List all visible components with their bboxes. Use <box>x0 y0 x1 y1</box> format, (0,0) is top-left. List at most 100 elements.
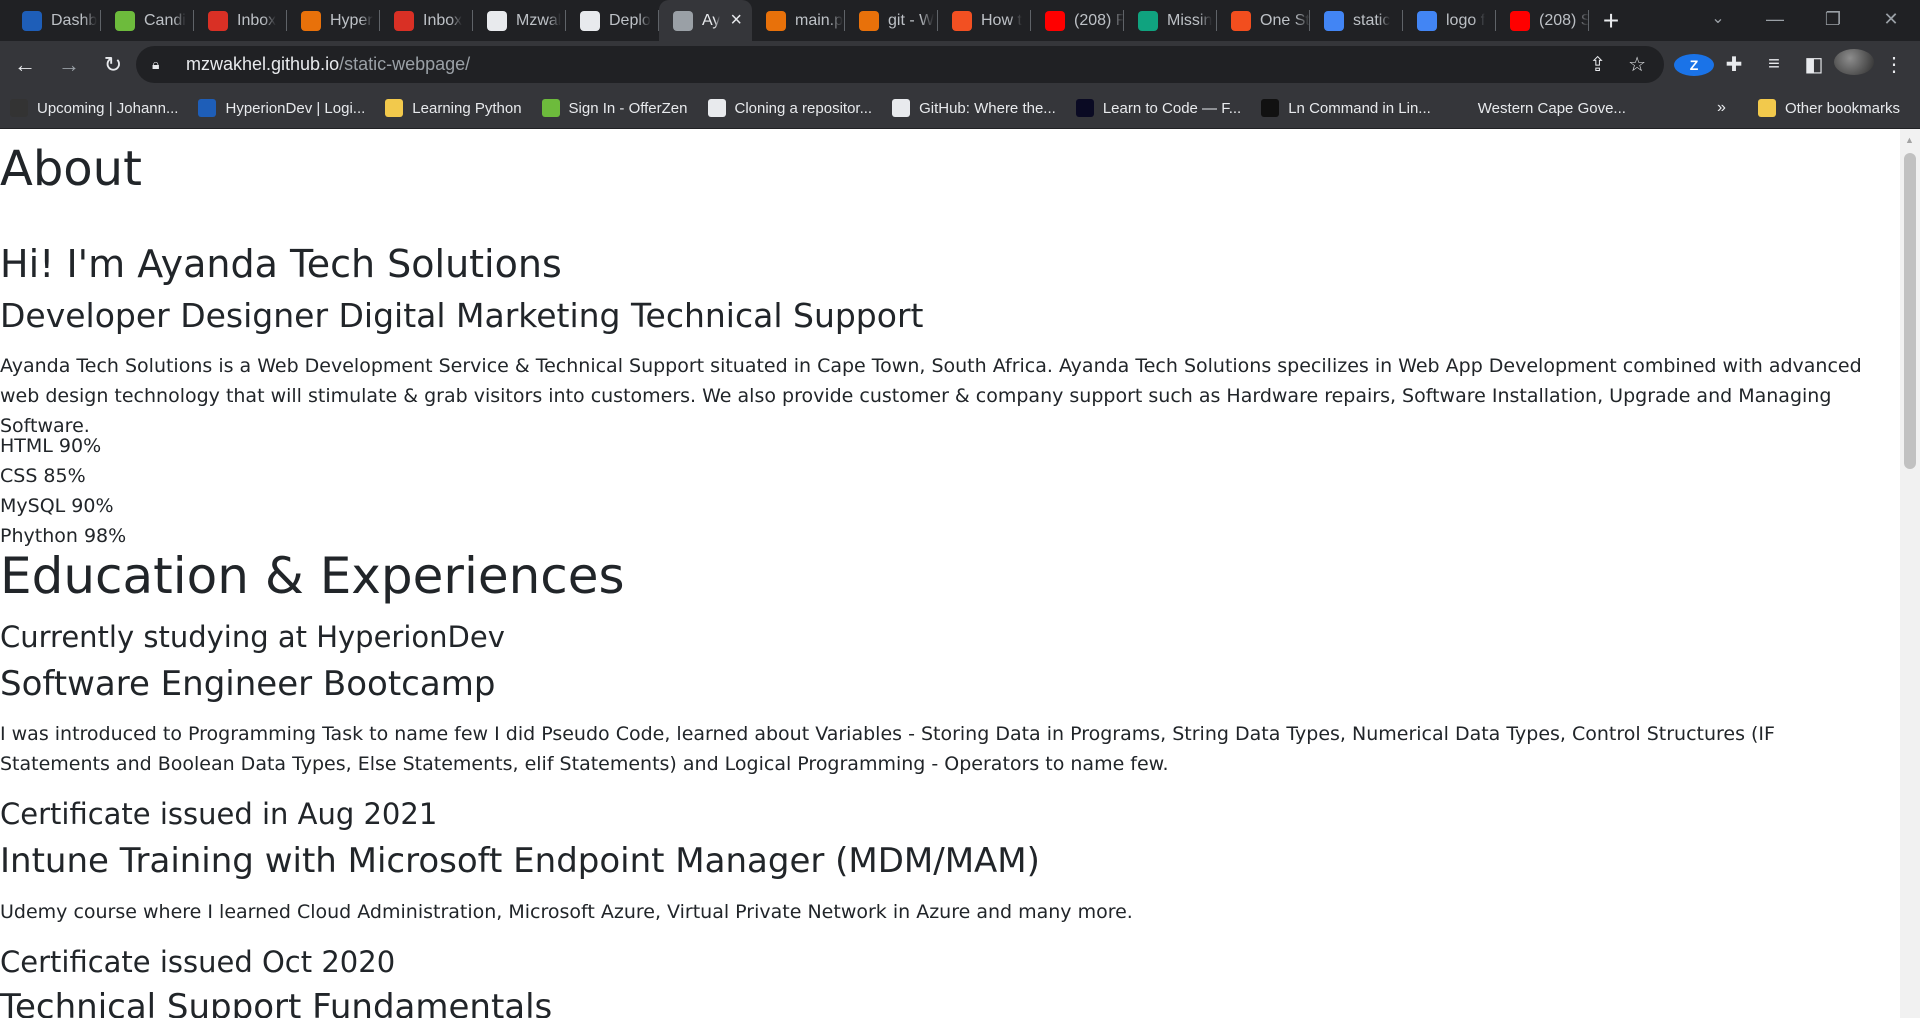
tab-title: Dashb <box>51 11 98 29</box>
omnibox-actions: ⇪ ☆ <box>1589 46 1646 83</box>
none <box>1450 99 1469 117</box>
tab-title: (208) F <box>1074 11 1124 29</box>
tab[interactable]: Hyper <box>287 0 380 41</box>
media-queue-icon[interactable]: ≡ <box>1754 53 1794 76</box>
tab[interactable]: Inbox <box>194 0 287 41</box>
address-bar[interactable]: 🔒︎ mzwakhel.github.io/static-webpage/ ⇪ … <box>136 46 1664 83</box>
tab-title: git - W <box>888 11 935 29</box>
zoom-extension-icon[interactable]: Z <box>1674 53 1714 76</box>
url-text[interactable]: mzwakhel.github.io/static-webpage/ <box>186 54 470 75</box>
skill-css: CSS 85% <box>0 465 86 487</box>
tab[interactable]: Mzwal <box>473 0 566 41</box>
bookmark-item[interactable]: Ln Command in Lin... <box>1251 99 1441 117</box>
bookmark-item[interactable]: Upcoming | Johann... <box>0 99 188 117</box>
new-tab-button[interactable]: + <box>1589 0 1633 41</box>
menu-kebab-icon[interactable]: ⋮ <box>1874 52 1914 77</box>
bookmark-label: GitHub: Where the... <box>919 99 1056 117</box>
url-host: mzwakhel.github.io <box>186 54 340 74</box>
tab[interactable]: Deplo <box>566 0 659 41</box>
bookmark-label: Learn to Code — F... <box>1102 99 1242 117</box>
bookmark-item[interactable]: Learning Python <box>375 99 531 117</box>
tab[interactable]: logo f <box>1403 0 1496 41</box>
tab-title: Candi <box>144 11 186 29</box>
toolbar-extensions: Z ✚ ≡ ◧ ⋮ <box>1674 46 1914 83</box>
chatgpt-icon <box>1138 10 1158 31</box>
back-button[interactable]: ← <box>6 46 44 84</box>
tab[interactable]: Dashb <box>8 0 101 41</box>
code-icon <box>766 10 786 31</box>
youtube-icon <box>1045 10 1065 31</box>
bookmark-item[interactable]: Cloning a repositor... <box>698 99 883 117</box>
alx-icon <box>10 99 28 117</box>
tab-title: Mzwal <box>516 11 562 29</box>
bookmark-label: Sign In - OfferZen <box>568 99 688 117</box>
bookmarks-overflow-icon[interactable]: » <box>1717 99 1726 117</box>
bookmark-label: HyperionDev | Logi... <box>225 99 366 117</box>
page-scrollbar[interactable]: ▲ <box>1900 129 1920 1018</box>
close-window-icon[interactable]: ✕ <box>1862 0 1920 41</box>
skill-mysql: MySQL 90% <box>0 495 114 517</box>
entry-title: Intune Training with Microsoft Endpoint … <box>0 841 1040 881</box>
entry-status: Currently studying at HyperionDev <box>0 620 505 654</box>
tab[interactable]: Candi <box>101 0 194 41</box>
other-bookmarks[interactable]: Other bookmarks <box>1748 99 1910 117</box>
tab-title: Inbox <box>237 11 277 29</box>
lock-icon[interactable]: 🔒︎ <box>152 56 172 73</box>
tab[interactable]: One St <box>1217 0 1310 41</box>
tab[interactable]: Missin <box>1124 0 1217 41</box>
github-icon <box>707 99 726 117</box>
bookmark-item[interactable]: Learn to Code — F... <box>1066 99 1251 117</box>
bookmark-star-icon[interactable]: ☆ <box>1628 52 1646 77</box>
microsoft-icon <box>952 10 972 31</box>
bookmark-item[interactable]: Sign In - OfferZen <box>532 99 698 117</box>
restore-icon[interactable]: ❐ <box>1804 0 1862 41</box>
github-icon <box>580 10 600 31</box>
hyperiondev-icon <box>22 10 42 31</box>
bookmark-item[interactable]: Western Cape Gove... <box>1441 99 1636 117</box>
side-panel-icon[interactable]: ◧ <box>1794 52 1834 77</box>
tab[interactable]: Ay × <box>659 0 752 41</box>
tab[interactable]: Inbox <box>380 0 473 41</box>
bookmark-item[interactable]: HyperionDev | Logi... <box>188 99 375 117</box>
minimize-icon[interactable]: — <box>1746 0 1804 41</box>
globe-icon <box>673 10 693 31</box>
reload-button[interactable]: ↻ <box>94 46 132 84</box>
other-bookmarks-label: Other bookmarks <box>1784 99 1900 117</box>
bookmark-list: Upcoming | Johann... HyperionDev | Logi..… <box>0 99 1636 117</box>
scroll-up-arrow-icon[interactable]: ▲ <box>1905 135 1914 145</box>
entry-status: Certificate issued in Aug 2021 <box>0 797 438 831</box>
tab[interactable]: git - W <box>845 0 938 41</box>
tab-search-chevron-icon[interactable]: ⌄ <box>1700 0 1736 38</box>
entry-title: Software Engineer Bootcamp <box>0 664 496 704</box>
extensions-puzzle-icon[interactable]: ✚ <box>1714 52 1754 77</box>
github-icon <box>487 10 507 31</box>
forward-button[interactable]: → <box>50 46 88 84</box>
scrollbar-thumb[interactable] <box>1904 153 1916 469</box>
tab[interactable]: How t <box>938 0 1031 41</box>
bookmark-item[interactable]: GitHub: Where the... <box>882 99 1066 117</box>
share-icon[interactable]: ⇪ <box>1589 52 1606 77</box>
offerzen-icon <box>541 99 560 117</box>
tab-list: Dashb Candi Inbox Hyper Inbox Mzwal Deplo Ay × ma… <box>0 0 1633 41</box>
bookmark-label: Western Cape Gove... <box>1477 99 1626 117</box>
profile-avatar[interactable] <box>1834 48 1874 81</box>
tab[interactable]: static <box>1310 0 1403 41</box>
tab-strip: Dashb Candi Inbox Hyper Inbox Mzwal Deplo Ay × ma… <box>0 0 1920 41</box>
close-tab-icon[interactable]: × <box>730 9 742 32</box>
tab-title: (208) S <box>1539 11 1589 29</box>
tab-title: Deplo <box>609 11 651 29</box>
url-path: /static-webpage/ <box>339 54 471 74</box>
google-icon <box>1417 10 1437 31</box>
tab[interactable]: main.p <box>752 0 845 41</box>
entry-status: Certificate issued Oct 2020 <box>0 945 396 979</box>
entry-description: I was introduced to Programming Task to … <box>0 723 1775 775</box>
window-controls: — ❐ ✕ <box>1746 0 1920 41</box>
github-icon <box>892 99 911 117</box>
bookmark-label: Cloning a repositor... <box>734 99 873 117</box>
tab[interactable]: (208) S <box>1496 0 1589 41</box>
tab[interactable]: (208) F <box>1031 0 1124 41</box>
linux-icon <box>1261 99 1280 117</box>
tab-title: main.p <box>795 11 844 29</box>
bookmark-label: Learning Python <box>412 99 522 117</box>
intro-paragraph: Ayanda Tech Solutions is a Web Developme… <box>0 355 1862 437</box>
